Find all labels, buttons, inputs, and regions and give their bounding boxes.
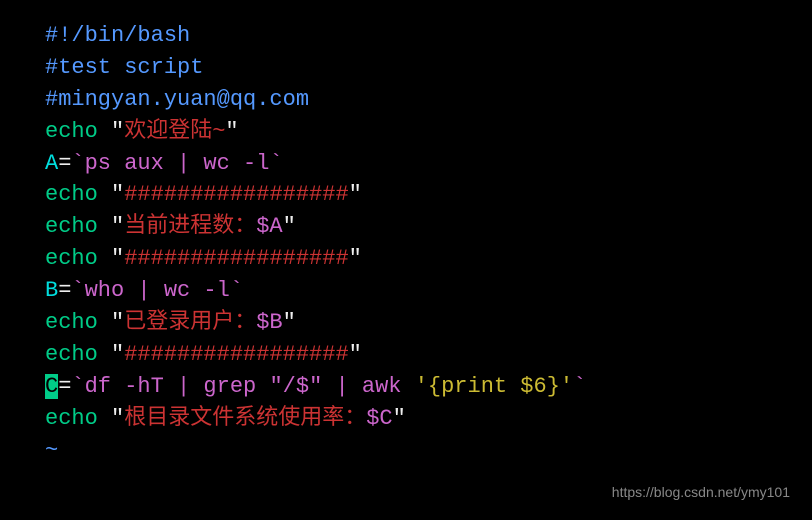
code-line-5: A=`ps aux | wc -l` [45, 148, 812, 180]
code-line-3: #mingyan.yuan@qq.com [45, 84, 812, 116]
string-text: /$ [283, 374, 309, 399]
keyword-echo: echo [45, 182, 98, 207]
code-line-11: echo "#################" [45, 339, 812, 371]
code-line-2: #test script [45, 52, 812, 84]
backtick: ` [71, 374, 84, 399]
string-text: 当前进程数： [124, 214, 256, 239]
code-line-12: C=`df -hT | grep "/$" | awk '{print $6}'… [45, 371, 812, 403]
code-line-8: echo "#################" [45, 243, 812, 275]
quote: " [98, 182, 124, 207]
string-text: 根目录文件系统使用率： [124, 406, 366, 431]
cursor: C [45, 374, 58, 399]
keyword-echo: echo [45, 406, 98, 431]
string-text: ################# [124, 342, 348, 367]
quote-single: ' [560, 374, 573, 399]
variable-ref: $B [256, 310, 282, 335]
awk-body: {print $6} [428, 374, 560, 399]
variable-name: B [45, 278, 58, 303]
equals: = [58, 374, 71, 399]
quote: " [349, 182, 362, 207]
equals: = [58, 151, 71, 176]
keyword-echo: echo [45, 119, 98, 144]
quote: " [98, 406, 124, 431]
code-line-10: echo "已登录用户：$B" [45, 307, 812, 339]
code-line-14: ~ [45, 435, 812, 467]
backtick: ` [573, 374, 586, 399]
shebang: #!/bin/bash [45, 23, 190, 48]
equals: = [58, 278, 71, 303]
string-text: ################# [124, 246, 348, 271]
command: | awk [322, 374, 414, 399]
command: df -hT | grep [85, 374, 270, 399]
quote: " [309, 374, 322, 399]
string-text: 欢迎登陆~ [124, 119, 225, 144]
code-line-1: #!/bin/bash [45, 20, 812, 52]
code-line-7: echo "当前进程数：$A" [45, 211, 812, 243]
code-line-6: echo "#################" [45, 179, 812, 211]
quote: " [349, 342, 362, 367]
variable-ref: $C [366, 406, 392, 431]
quote: " [98, 214, 124, 239]
quote: " [283, 214, 296, 239]
keyword-echo: echo [45, 246, 98, 271]
quote: " [98, 342, 124, 367]
command: who | wc -l [85, 278, 230, 303]
backtick: ` [230, 278, 243, 303]
quote: " [283, 310, 296, 335]
backtick: ` [71, 278, 84, 303]
command: ps aux | wc -l [85, 151, 270, 176]
variable-name: A [45, 151, 58, 176]
code-line-4: echo "欢迎登陆~" [45, 116, 812, 148]
comment: #mingyan.yuan@qq.com [45, 87, 309, 112]
quote: " [225, 119, 238, 144]
backtick: ` [269, 151, 282, 176]
quote: " [98, 310, 124, 335]
quote: " [349, 246, 362, 271]
tilde-empty-line: ~ [45, 438, 58, 463]
keyword-echo: echo [45, 310, 98, 335]
keyword-echo: echo [45, 342, 98, 367]
quote: " [393, 406, 406, 431]
quote-single: ' [415, 374, 428, 399]
comment: #test script [45, 55, 203, 80]
quote: " [269, 374, 282, 399]
backtick: ` [71, 151, 84, 176]
code-line-13: echo "根目录文件系统使用率：$C" [45, 403, 812, 435]
string-text: 已登录用户： [124, 310, 256, 335]
code-line-9: B=`who | wc -l` [45, 275, 812, 307]
watermark-text: https://blog.csdn.net/ymy101 [612, 482, 790, 502]
string-text: ################# [124, 182, 348, 207]
keyword-echo: echo [45, 214, 98, 239]
variable-ref: $A [256, 214, 282, 239]
quote: " [98, 246, 124, 271]
quote: " [98, 119, 124, 144]
